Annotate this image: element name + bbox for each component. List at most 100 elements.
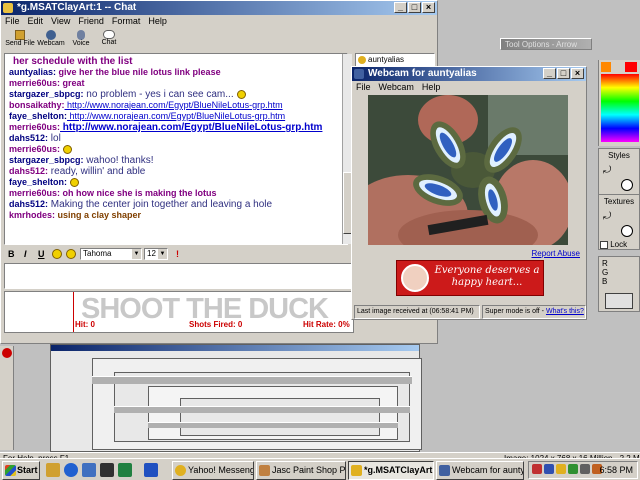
webcam-menu-webcam[interactable]: Webcam [379, 81, 414, 94]
lock-row[interactable]: Lock [600, 240, 640, 252]
tray-icon-3[interactable] [556, 464, 566, 474]
message-text: give her the blue nile lotus link please [56, 67, 221, 77]
color-swatch-orange[interactable] [601, 62, 611, 72]
quicklaunch-excel-icon[interactable] [118, 463, 132, 477]
menu-edit[interactable]: Edit [28, 15, 44, 28]
bold-button[interactable]: B [8, 247, 15, 261]
chat-message: her schedule with the list [9, 56, 343, 67]
textures-swap-icon[interactable]: ⤾ [603, 211, 617, 225]
rgb-panel: R G B [598, 256, 640, 312]
taskbar-chat-window[interactable]: *g.MSATClayArt:... [348, 461, 434, 480]
taskbar-paint-shop-pro[interactable]: Jasc Paint Shop Pro - [256, 461, 346, 480]
tool-options-bar[interactable]: Tool Options - Arrow [500, 38, 592, 50]
menu-help[interactable]: Help [148, 15, 167, 28]
message-text: wahoo! thanks! [83, 155, 154, 166]
message-nick[interactable]: bonsaikathy: [9, 100, 65, 110]
size-select[interactable]: 12 ▼ [144, 248, 168, 260]
report-abuse-link[interactable]: Report Abuse [532, 249, 580, 258]
message-nick[interactable]: dahs512: [9, 133, 48, 143]
message-nick[interactable]: dahs512: [9, 166, 48, 176]
message-nick[interactable]: merrie60us: [9, 122, 60, 132]
message-nick[interactable]: merrie60us: [9, 78, 60, 88]
menu-friend[interactable]: Friend [78, 15, 104, 28]
clock[interactable]: 6:58 PM [599, 464, 633, 477]
quicklaunch-ie-icon[interactable] [64, 463, 78, 477]
message-text: great [60, 78, 85, 88]
message-text: using a clay shaper [55, 210, 142, 220]
color-palette[interactable] [598, 60, 640, 146]
quicklaunch-media-icon[interactable] [100, 463, 114, 477]
chat-titlebar[interactable]: *g.MSATClayArt:1 -- Chat _ □ × [1, 1, 437, 15]
webcam-icon [46, 30, 56, 40]
message-nick[interactable]: faye_shelton: [9, 111, 67, 121]
menu-file[interactable]: File [5, 15, 20, 28]
user-list[interactable]: auntyalias [355, 53, 435, 67]
italic-button[interactable]: I [24, 247, 27, 261]
color-icon[interactable] [66, 249, 76, 259]
webcam-button[interactable]: Webcam [37, 29, 65, 51]
underline-button[interactable]: U [38, 247, 45, 261]
font-dropdown-icon[interactable]: ▼ [132, 249, 141, 259]
webcam-titlebar[interactable]: Webcam for auntyalias _ □ × [352, 67, 586, 81]
menu-view[interactable]: View [51, 15, 70, 28]
quicklaunch-word-icon[interactable] [144, 463, 158, 477]
styles-swap-icon[interactable]: ⤾ [603, 165, 617, 179]
webcam-menu-file[interactable]: File [356, 81, 371, 94]
tool-icon-red[interactable] [2, 348, 12, 358]
menu-format[interactable]: Format [112, 15, 141, 28]
maximize-button[interactable]: □ [408, 2, 421, 13]
message-nick[interactable]: kmrhodes: [9, 210, 55, 220]
windows-logo-icon [5, 465, 16, 476]
minimize-button[interactable]: _ [394, 2, 407, 13]
rgb-g: G [602, 268, 609, 277]
taskbar-yahoo-messenger[interactable]: Yahoo! Messenger [172, 461, 254, 480]
webcam-menubar: File Webcam Help [352, 81, 586, 94]
tray-icon-4[interactable] [568, 464, 578, 474]
tray-icon-1[interactable] [532, 464, 542, 474]
alert-icon[interactable]: ! [176, 247, 179, 261]
webcam-close-button[interactable]: × [571, 68, 584, 79]
message-text[interactable]: http://www.norajean.com/Egypt/BlueNileLo… [65, 100, 283, 110]
message-nick[interactable]: stargazer_sbpcg: [9, 89, 84, 99]
webcam-menu-help[interactable]: Help [422, 81, 441, 94]
size-dropdown-icon[interactable]: ▼ [158, 249, 167, 259]
message-nick[interactable]: auntyalias: [9, 67, 56, 77]
message-text[interactable]: http://www.norajean.com/Egypt/BlueNileLo… [67, 111, 286, 121]
styles-circle-icon[interactable] [621, 179, 633, 191]
chat-bubble-icon [103, 30, 115, 39]
message-nick[interactable]: merrie60us: [9, 144, 60, 154]
chat-message: kmrhodes: using a clay shaper [9, 210, 343, 221]
close-button[interactable]: × [422, 2, 435, 13]
rgb-b: B [602, 277, 608, 286]
message-nick[interactable]: faye_shelton: [9, 177, 67, 187]
lock-label: Lock [610, 240, 628, 249]
start-button[interactable]: Start [2, 461, 40, 480]
chat-message: faye_shelton: http://www.norajean.com/Eg… [9, 111, 343, 122]
ghost-taskbar-2 [114, 406, 410, 413]
message-nick[interactable]: stargazer_sbpcg: [9, 155, 84, 165]
tray-icon-2[interactable] [544, 464, 554, 474]
volume-icon[interactable] [580, 464, 590, 474]
webcam-maximize-button[interactable]: □ [557, 68, 570, 79]
chat-button[interactable]: Chat [97, 29, 121, 51]
message-text[interactable]: http://www.norajean.com/Egypt/BlueNileLo… [60, 122, 323, 133]
whats-this-link[interactable]: What's this? [546, 308, 584, 315]
webcam-minimize-button[interactable]: _ [543, 68, 556, 79]
message-nick[interactable]: merrie60us: [9, 188, 60, 198]
textures-circle-icon[interactable] [621, 225, 633, 237]
color-swatch-red[interactable] [625, 62, 637, 72]
font-select[interactable]: Tahoma ▼ [80, 248, 142, 260]
voice-label: Voice [72, 40, 90, 47]
voice-button[interactable]: Voice [69, 29, 93, 51]
quicklaunch-desktop-icon[interactable] [46, 463, 60, 477]
smiley-icon[interactable] [52, 249, 62, 259]
taskbar-webcam-window[interactable]: Webcam for auntyalias [436, 461, 524, 480]
ad-banner[interactable]: Everyone deserves a happy heart... [396, 260, 544, 296]
user-list-item[interactable]: auntyalias [368, 55, 404, 64]
message-area[interactable]: her schedule with the list auntyalias: gi… [4, 53, 348, 245]
send-file-button[interactable]: Send File [5, 29, 35, 51]
color-spectrum[interactable] [601, 74, 639, 142]
lock-checkbox[interactable] [600, 240, 608, 249]
message-nick[interactable]: dahs512: [9, 199, 48, 209]
quicklaunch-outlook-icon[interactable] [82, 463, 96, 477]
